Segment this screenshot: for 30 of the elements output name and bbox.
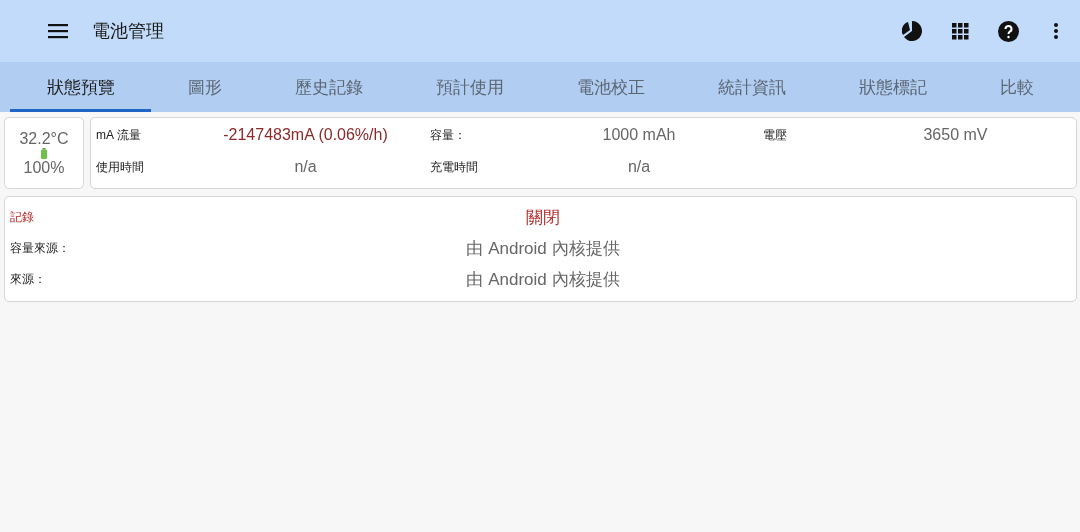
tab[interactable]: 狀態預覽 [10, 62, 151, 112]
tab[interactable]: 歷史記錄 [258, 62, 399, 112]
battery-percent: 100% [23, 158, 65, 177]
source-value: 由 Android 內核提供 [466, 238, 620, 260]
info-value: 3650 mV [922, 126, 989, 144]
tab[interactable]: 預計使用 [399, 62, 540, 112]
info-label: 容量： [430, 126, 467, 144]
temperature: 32.2°C [19, 129, 69, 148]
info-label: 電壓 [763, 126, 788, 144]
tab[interactable]: 電池校正 [540, 62, 681, 112]
info-value: n/a [293, 158, 318, 176]
app-title: 電池管理 [92, 20, 165, 43]
tab[interactable]: 統計資訊 [681, 62, 822, 112]
tab[interactable]: 圖形 [151, 62, 258, 112]
info-label: 使用時間 [96, 158, 145, 176]
source-label: 記錄 [10, 209, 34, 226]
info-value: n/a [626, 158, 652, 176]
source-value: 關閉 [526, 207, 560, 229]
tab[interactable]: 比較 [963, 62, 1070, 112]
source-label: 容量來源： [10, 240, 70, 257]
battery-icon [41, 147, 47, 159]
info-value: -2147483mA (0.06%/h) [222, 126, 389, 144]
info-label: mA 流量 [96, 126, 142, 144]
info-label: 充電時間 [430, 158, 479, 176]
pie-chart-icon[interactable] [900, 19, 924, 43]
source-value: 由 Android 內核提供 [466, 269, 620, 291]
help-icon[interactable] [996, 19, 1020, 43]
info-value: 1000 mAh [601, 126, 677, 144]
source-label: 來源： [10, 271, 46, 288]
tab[interactable]: 狀態標記 [822, 62, 963, 112]
